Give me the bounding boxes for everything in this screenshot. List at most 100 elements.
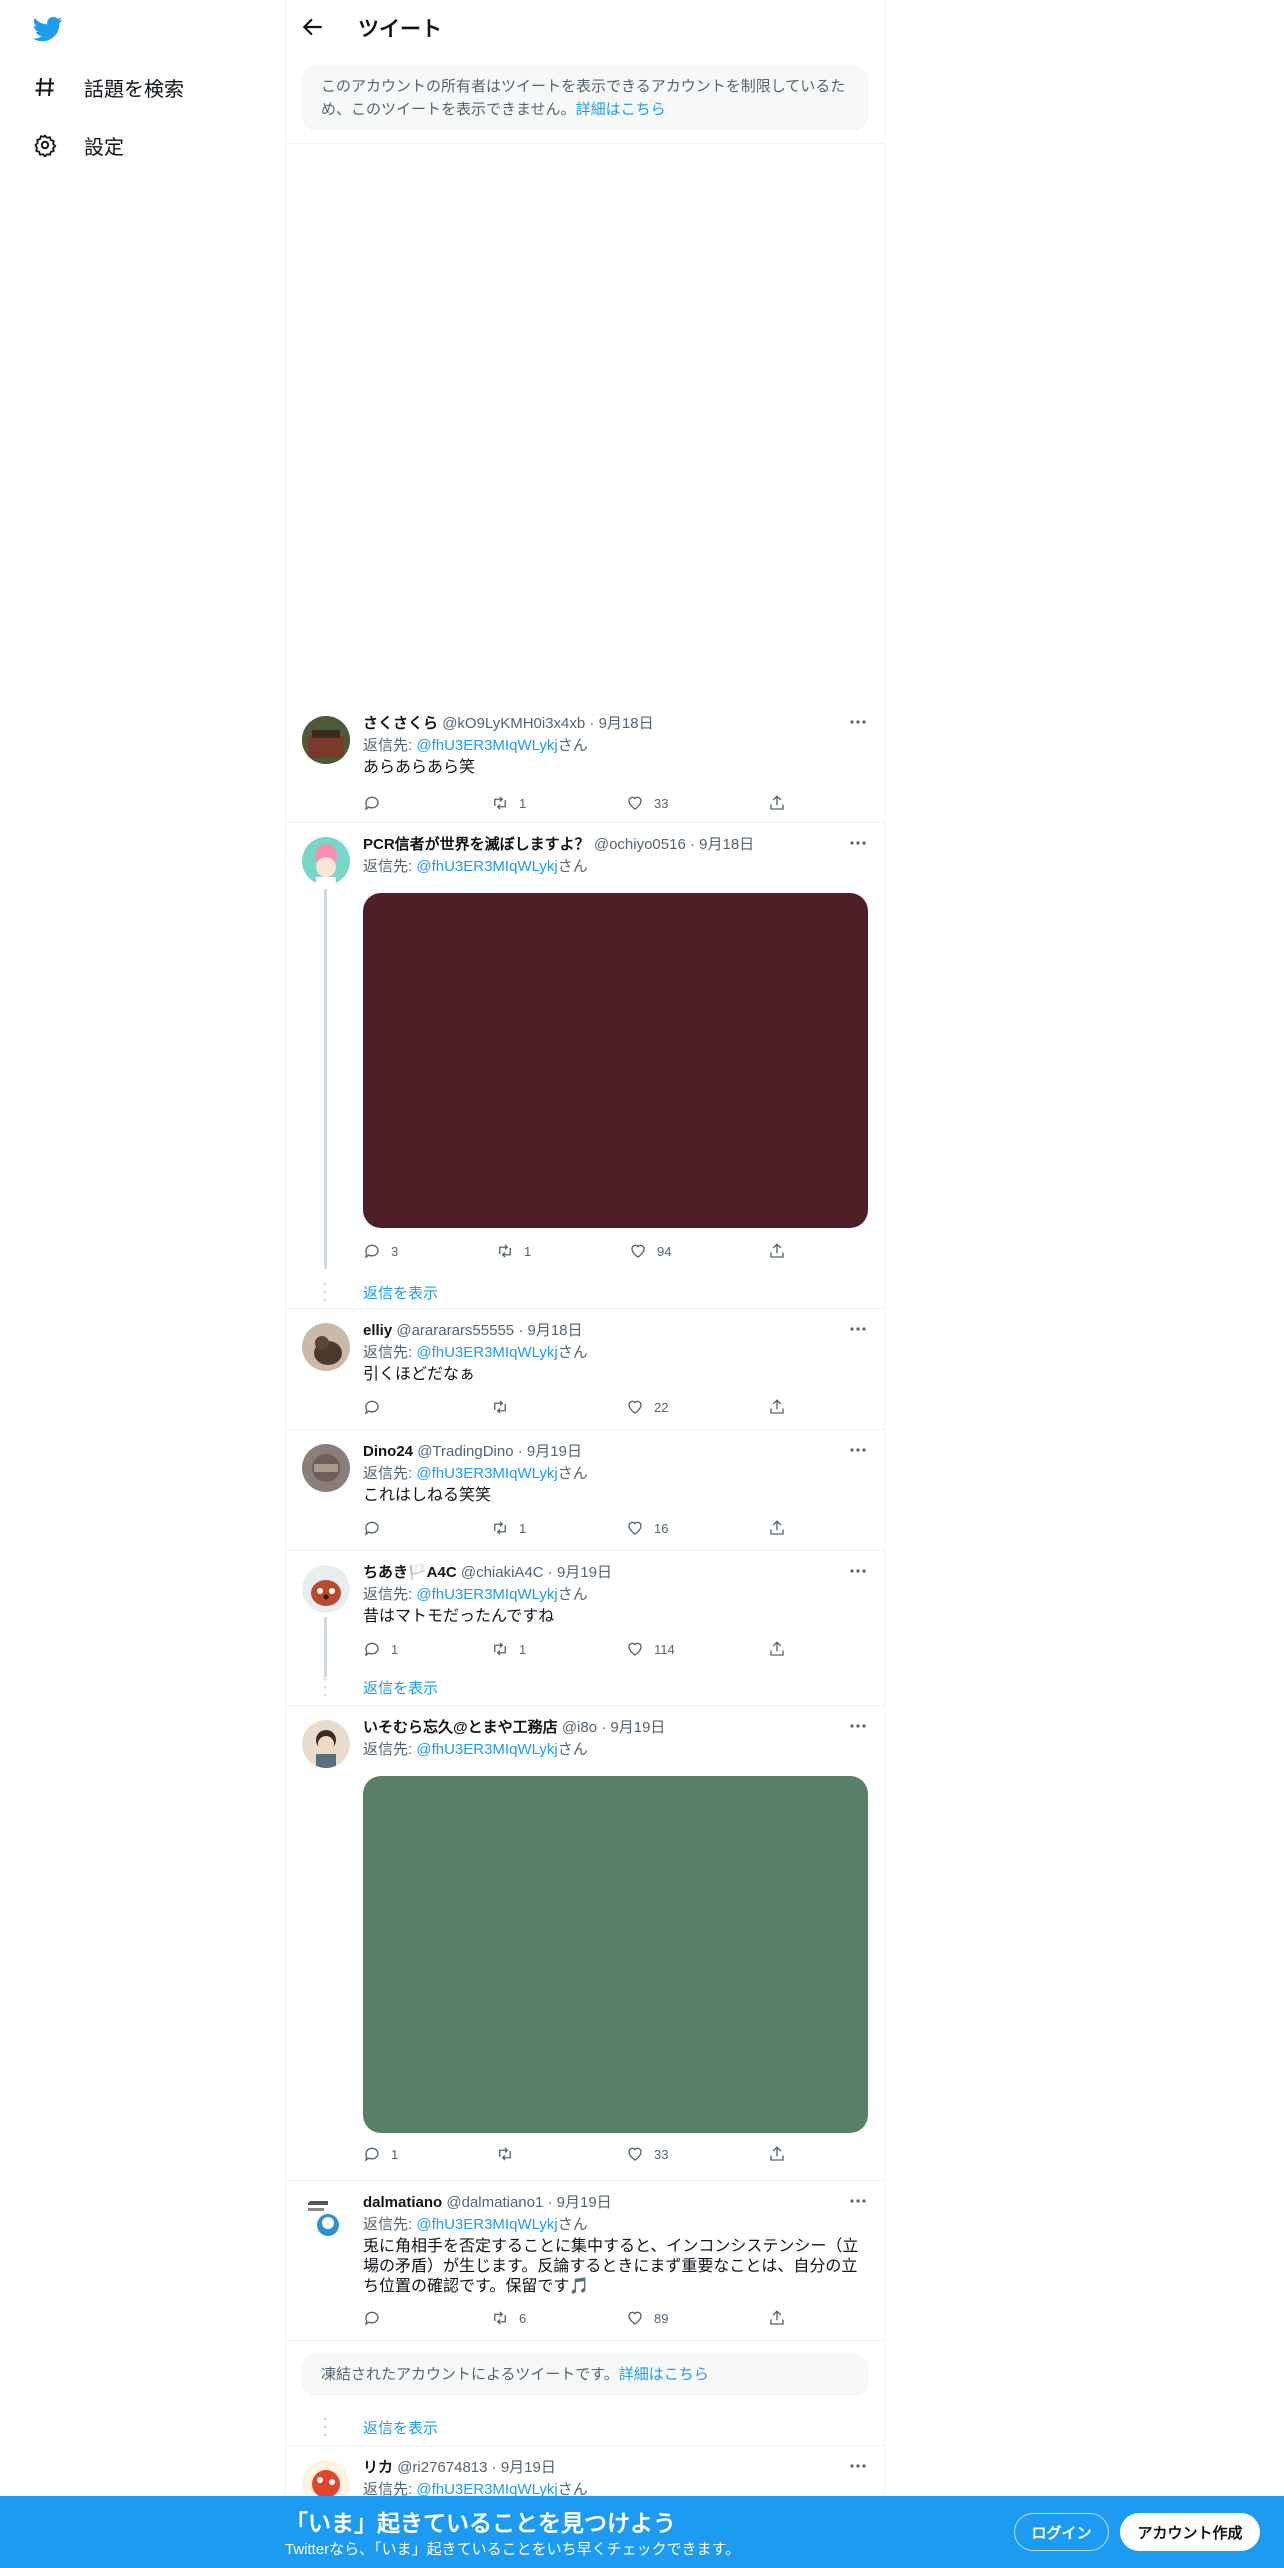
avatar[interactable] bbox=[302, 1720, 350, 1768]
user-handle[interactable]: @ochiyo0516 bbox=[594, 836, 686, 853]
more-options-icon[interactable] bbox=[848, 1561, 868, 1581]
avatar[interactable] bbox=[302, 1565, 350, 1613]
show-replies-link[interactable]: 返信を表示 bbox=[363, 1282, 438, 1303]
tweet[interactable]: dalmatiano @dalmatiano1 · 9月19日 返信先: @fh… bbox=[286, 2181, 884, 2341]
user-handle[interactable]: @ri27674813 bbox=[397, 2459, 487, 2476]
retweet-button[interactable]: 1 bbox=[491, 1519, 526, 1537]
retweet-button[interactable]: 1 bbox=[496, 1242, 531, 1260]
user-handle[interactable]: @TradingDino bbox=[417, 1443, 513, 1460]
reply-button[interactable]: 1 bbox=[363, 1640, 398, 1658]
user-handle[interactable]: @i8o bbox=[562, 1719, 597, 1736]
nav-settings[interactable]: 設定 bbox=[32, 125, 124, 165]
reply-icon bbox=[364, 2311, 379, 2326]
tweet-date[interactable]: 9月19日 bbox=[501, 2459, 556, 2476]
reply-to-mention[interactable]: @fhU3ER3MIqWLykj bbox=[416, 858, 557, 875]
retweet-button[interactable]: 6 bbox=[491, 2309, 526, 2327]
nav-explore[interactable]: 話題を検索 bbox=[32, 67, 184, 107]
user-handle[interactable]: @dalmatiano1 bbox=[446, 2194, 543, 2211]
retweet-button[interactable]: 1 bbox=[491, 794, 526, 812]
more-options-icon[interactable] bbox=[848, 1716, 868, 1736]
display-name[interactable]: リカ bbox=[363, 2459, 393, 2476]
reply-button[interactable] bbox=[363, 794, 391, 812]
reply-button[interactable]: 3 bbox=[363, 1242, 398, 1260]
like-button[interactable]: 89 bbox=[626, 2309, 668, 2327]
like-button[interactable]: 16 bbox=[626, 1519, 668, 1537]
reply-button[interactable] bbox=[363, 1398, 391, 1416]
tweet[interactable]: さくさくら @kO9LyKMH0i3x4xb · 9月18日 返信先: @fhU… bbox=[286, 702, 884, 823]
like-button[interactable]: 114 bbox=[626, 1640, 675, 1658]
avatar[interactable] bbox=[302, 837, 350, 885]
twitter-logo-icon[interactable] bbox=[32, 14, 64, 44]
user-handle[interactable]: @kO9LyKMH0i3x4xb bbox=[442, 715, 585, 732]
reply-button[interactable]: 1 bbox=[363, 2145, 398, 2163]
reply-to-mention[interactable]: @fhU3ER3MIqWLykj bbox=[416, 1741, 557, 1758]
reply-to-line: 返信先: @fhU3ER3MIqWLykjさん bbox=[363, 1585, 588, 1605]
reply-button[interactable] bbox=[363, 2309, 391, 2327]
tweet-actions: 1 33 bbox=[363, 2145, 793, 2167]
tweet-date[interactable]: 9月18日 bbox=[699, 836, 754, 853]
reply-to-mention[interactable]: @fhU3ER3MIqWLykj bbox=[416, 737, 557, 754]
more-options-icon[interactable] bbox=[848, 712, 868, 732]
share-button[interactable] bbox=[768, 1640, 786, 1658]
tweet-date[interactable]: 9月18日 bbox=[599, 715, 654, 732]
reply-to-mention[interactable]: @fhU3ER3MIqWLykj bbox=[416, 1344, 557, 1361]
tweet-date[interactable]: 9月19日 bbox=[527, 1443, 582, 1460]
tweet[interactable]: いそむら忘久@とまや工務店 @i8o · 9月19日 返信先: @fhU3ER3… bbox=[286, 1706, 884, 2181]
display-name[interactable]: PCR信者が世界を滅ぼしますよ？ bbox=[363, 836, 590, 853]
tweet-date[interactable]: 9月19日 bbox=[557, 1564, 612, 1581]
tweet[interactable]: Dino24 @TradingDino · 9月19日 返信先: @fhU3ER… bbox=[286, 1430, 884, 1551]
display-name[interactable]: dalmatiano bbox=[363, 2194, 442, 2211]
tweet-date[interactable]: 9月18日 bbox=[528, 1322, 583, 1339]
avatar[interactable] bbox=[302, 2195, 350, 2243]
tweet[interactable]: PCR信者が世界を滅ぼしますよ？ @ochiyo0516 · 9月18日 返信先… bbox=[286, 823, 884, 1309]
share-button[interactable] bbox=[768, 1242, 786, 1260]
tweet[interactable]: ちあき🏳️A4C @chiakiA4C · 9月19日 返信先: @fhU3ER… bbox=[286, 1551, 884, 1706]
user-handle[interactable]: @chiakiA4C bbox=[461, 1564, 544, 1581]
tweet-date[interactable]: 9月19日 bbox=[557, 2194, 612, 2211]
tweet-media-image[interactable] bbox=[363, 893, 868, 1228]
tweet-media-image[interactable] bbox=[363, 1776, 868, 2133]
reply-to-mention[interactable]: @fhU3ER3MIqWLykj bbox=[416, 2216, 557, 2233]
avatar[interactable] bbox=[302, 716, 350, 764]
like-button[interactable]: 94 bbox=[629, 1242, 671, 1260]
share-button[interactable] bbox=[768, 1519, 786, 1537]
like-button[interactable]: 33 bbox=[626, 794, 668, 812]
retweet-button[interactable] bbox=[496, 2145, 524, 2163]
back-arrow-icon[interactable] bbox=[300, 14, 326, 40]
tweet-date[interactable]: 9月19日 bbox=[610, 1719, 665, 1736]
retweet-button[interactable]: 1 bbox=[491, 1640, 526, 1658]
avatar[interactable] bbox=[302, 1444, 350, 1492]
show-replies-link[interactable]: 返信を表示 bbox=[363, 2417, 438, 2438]
more-options-icon[interactable] bbox=[848, 833, 868, 853]
more-options-icon[interactable] bbox=[848, 2456, 868, 2476]
display-name[interactable]: いそむら忘久@とまや工務店 bbox=[363, 1719, 558, 1736]
reply-to-mention[interactable]: @fhU3ER3MIqWLykj bbox=[416, 1586, 557, 1603]
avatar[interactable] bbox=[302, 1323, 350, 1371]
share-button[interactable] bbox=[768, 794, 786, 812]
like-button[interactable]: 22 bbox=[626, 1398, 668, 1416]
signup-button[interactable]: アカウント作成 bbox=[1120, 2513, 1260, 2551]
share-button[interactable] bbox=[768, 2145, 786, 2163]
tweet-actions: 3 1 94 bbox=[363, 1242, 793, 1264]
tweet[interactable]: elliy @arararars55555 · 9月18日 返信先: @fhU3… bbox=[286, 1309, 884, 1430]
like-button[interactable]: 33 bbox=[626, 2145, 668, 2163]
reply-to-prefix: 返信先: bbox=[363, 1586, 417, 1603]
show-replies-link[interactable]: 返信を表示 bbox=[363, 1677, 438, 1698]
more-options-icon[interactable] bbox=[848, 1319, 868, 1339]
retweet-button[interactable] bbox=[491, 1398, 519, 1416]
more-options-icon[interactable] bbox=[848, 1440, 868, 1460]
display-name[interactable]: さくさくら bbox=[363, 715, 438, 732]
display-name[interactable]: ちあき🏳️A4C bbox=[363, 1564, 457, 1581]
display-name[interactable]: Dino24 bbox=[363, 1443, 413, 1460]
login-button[interactable]: ログイン bbox=[1014, 2513, 1109, 2551]
share-button[interactable] bbox=[768, 1398, 786, 1416]
display-name[interactable]: elliy bbox=[363, 1322, 392, 1339]
reply-to-mention[interactable]: @fhU3ER3MIqWLykj bbox=[416, 1465, 557, 1482]
suspended-notice-learn-more-link[interactable]: 詳細はこちら bbox=[619, 2366, 709, 2383]
more-options-icon[interactable] bbox=[848, 2191, 868, 2211]
restricted-notice-learn-more-link[interactable]: 詳細はこちら bbox=[576, 101, 666, 118]
reply-button[interactable] bbox=[363, 1519, 391, 1537]
user-handle[interactable]: @arararars55555 bbox=[396, 1322, 514, 1339]
main-column: ツイート このアカウントの所有者はツイートを表示できるアカウントを制限しているた… bbox=[285, 0, 885, 2568]
share-button[interactable] bbox=[768, 2309, 786, 2327]
